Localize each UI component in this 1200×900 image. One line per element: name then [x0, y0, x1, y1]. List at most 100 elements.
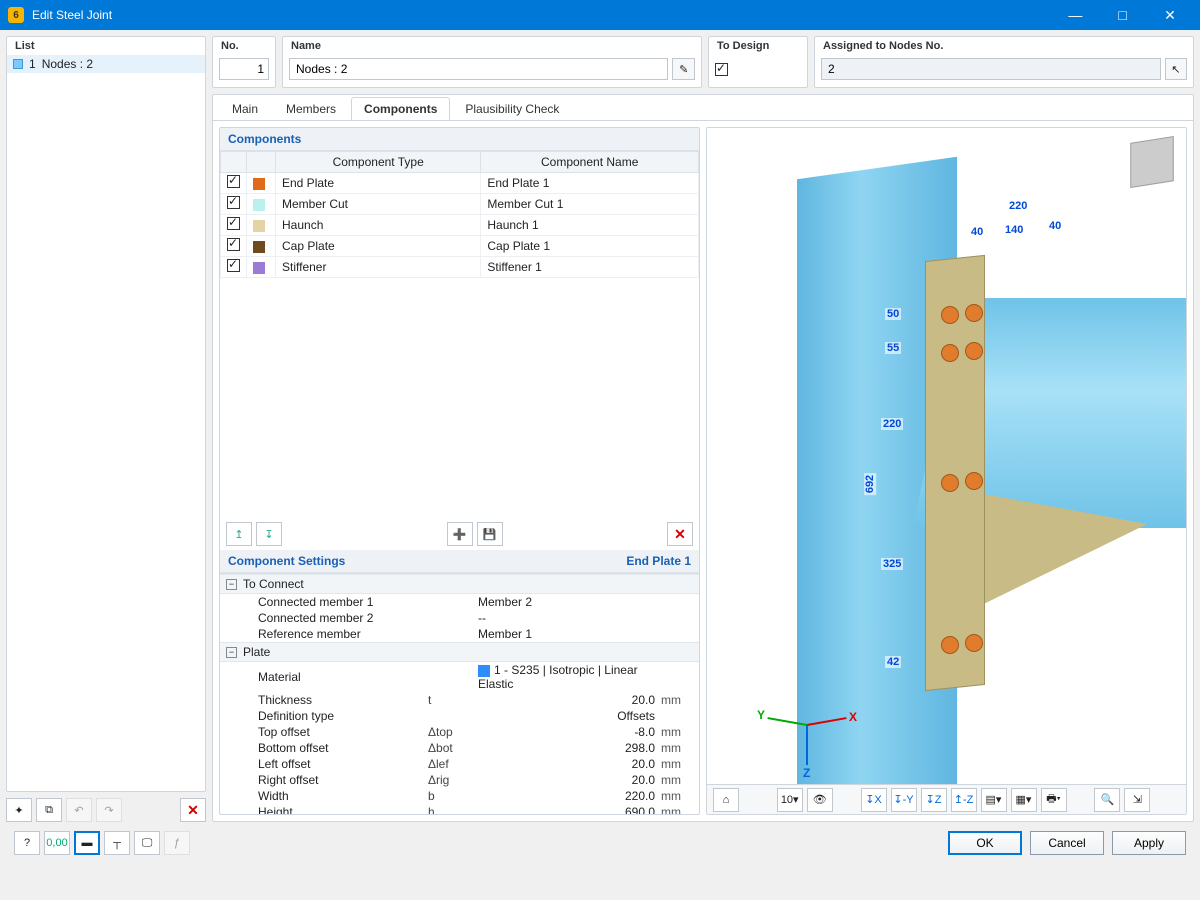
collapse-icon[interactable]: −	[226, 579, 237, 590]
component-type: Member Cut	[276, 194, 481, 215]
col-type: Component Type	[276, 152, 481, 173]
settings-group[interactable]: −To Connect	[220, 574, 699, 594]
viewport-3d[interactable]: 220 40 140 40 50 55 220 325 42 692	[707, 128, 1186, 784]
property-row[interactable]: Bottom offsetΔbot298.0mm	[220, 740, 699, 756]
redo-button[interactable]: ↷	[96, 798, 122, 822]
view-z-button[interactable]: ↧Z	[921, 788, 947, 812]
dim-label: 50	[885, 308, 901, 320]
script-button[interactable]: ƒ	[164, 831, 190, 855]
property-row[interactable]: Right offsetΔrig20.0mm	[220, 772, 699, 788]
tab-components[interactable]: Components	[351, 97, 450, 120]
tree-button[interactable]: ┬	[104, 831, 130, 855]
iso-view-button[interactable]: ▤▾	[981, 788, 1007, 812]
list-header: List	[7, 37, 205, 55]
dim-label: 325	[881, 558, 903, 570]
add-component-button[interactable]: ➕	[447, 522, 473, 546]
units-button[interactable]: 0,00	[44, 831, 70, 855]
reset-view-button[interactable]: ⌂	[713, 788, 739, 812]
components-title: Components	[228, 132, 301, 146]
property-row[interactable]: Connected member 1Member 2	[220, 594, 699, 610]
edit-name-button[interactable]: ✎	[672, 58, 695, 80]
nav-cube[interactable]	[1130, 136, 1174, 188]
name-input[interactable]	[289, 58, 668, 80]
property-row[interactable]: Material1 - S235 | Isotropic | Linear El…	[220, 662, 699, 692]
view-x-button[interactable]: ↧X	[861, 788, 887, 812]
tab-members[interactable]: Members	[273, 97, 349, 120]
viewport-panel: 220 40 140 40 50 55 220 325 42 692	[706, 127, 1187, 815]
components-table: Component Type Component Name End Plate …	[220, 151, 699, 278]
export-view-button[interactable]: ⇲	[1124, 788, 1150, 812]
property-row[interactable]: Top offsetΔtop-8.0mm	[220, 724, 699, 740]
component-color-swatch	[253, 241, 265, 253]
dim-label: 692	[864, 473, 876, 495]
help-button[interactable]: ?	[14, 831, 40, 855]
move-down-button[interactable]: ↧	[256, 522, 282, 546]
move-up-button[interactable]: ↥	[226, 522, 252, 546]
apply-button[interactable]: Apply	[1112, 831, 1186, 855]
tab-plausibility[interactable]: Plausibility Check	[452, 97, 572, 120]
close-button[interactable]: ✕	[1148, 0, 1192, 30]
component-row[interactable]: Cap Plate Cap Plate 1	[221, 236, 699, 257]
to-design-checkbox[interactable]	[715, 63, 728, 76]
component-row[interactable]: Haunch Haunch 1	[221, 215, 699, 236]
bolt-icon	[965, 472, 983, 490]
view-neg-z-button[interactable]: ↥-Z	[951, 788, 977, 812]
dim-label: 55	[885, 342, 901, 354]
view-neg-y-button[interactable]: ↧-Y	[891, 788, 917, 812]
component-checkbox[interactable]	[227, 196, 240, 209]
component-name: Cap Plate 1	[481, 236, 699, 257]
property-row[interactable]: Definition typeOffsets	[220, 708, 699, 724]
show-labels-button[interactable]: 👁	[807, 788, 833, 812]
new-item-button[interactable]: ✦	[6, 798, 32, 822]
property-row[interactable]: Thicknesst20.0mm	[220, 692, 699, 708]
viewport-toolbar: ⌂ 10▾ 👁 ↧X ↧-Y ↧Z ↥-Z ▤▾ ▦▾ 🖶▾	[707, 784, 1186, 814]
minimize-button[interactable]: —	[1053, 0, 1097, 30]
name-label: Name	[283, 37, 701, 55]
property-row[interactable]: Connected member 2--	[220, 610, 699, 626]
tab-main[interactable]: Main	[219, 97, 271, 120]
dim-label: 220	[1007, 200, 1029, 212]
cancel-button[interactable]: Cancel	[1030, 831, 1104, 855]
ok-button[interactable]: OK	[948, 831, 1022, 855]
property-row[interactable]: Reference memberMember 1	[220, 626, 699, 642]
save-component-button[interactable]: 💾	[477, 522, 503, 546]
component-row[interactable]: Member Cut Member Cut 1	[221, 194, 699, 215]
delete-component-button[interactable]: ✕	[667, 522, 693, 546]
property-row[interactable]: Widthb220.0mm	[220, 788, 699, 804]
tab-bar: Main Members Components Plausibility Che…	[213, 95, 1193, 121]
copy-item-button[interactable]: ⧉	[36, 798, 62, 822]
print-view-button[interactable]: 🖶▾	[1041, 788, 1067, 812]
settings-area[interactable]: −To ConnectConnected member 1Member 2Con…	[220, 573, 699, 814]
component-checkbox[interactable]	[227, 259, 240, 272]
zoom-selection-button[interactable]: 10▾	[777, 788, 803, 812]
bolt-icon	[941, 306, 959, 324]
pick-nodes-button[interactable]: ↖	[1165, 58, 1187, 80]
list-item[interactable]: 1 Nodes : 2	[7, 55, 205, 73]
settings-group[interactable]: −Plate	[220, 642, 699, 662]
collapse-icon[interactable]: −	[226, 647, 237, 658]
undo-button[interactable]: ↶	[66, 798, 92, 822]
property-row[interactable]: Heighth690.0mm	[220, 804, 699, 814]
component-color-swatch	[253, 199, 265, 211]
color-button[interactable]: ▬	[74, 831, 100, 855]
component-row[interactable]: End Plate End Plate 1	[221, 173, 699, 194]
bolt-icon	[941, 344, 959, 362]
name-panel: Name ✎	[282, 36, 702, 88]
to-design-panel: To Design	[708, 36, 808, 88]
component-checkbox[interactable]	[227, 175, 240, 188]
component-row[interactable]: Stiffener Stiffener 1	[221, 257, 699, 278]
settings-title: Component Settings	[228, 554, 345, 568]
screen-button[interactable]: 🖵	[134, 831, 160, 855]
component-checkbox[interactable]	[227, 238, 240, 251]
maximize-button[interactable]: □	[1101, 0, 1145, 30]
search-view-button[interactable]: 🔍	[1094, 788, 1120, 812]
to-design-label: To Design	[709, 37, 807, 55]
display-mode-button[interactable]: ▦▾	[1011, 788, 1037, 812]
dim-label: 220	[881, 418, 903, 430]
property-row[interactable]: Left offsetΔlef20.0mm	[220, 756, 699, 772]
component-checkbox[interactable]	[227, 217, 240, 230]
no-input[interactable]	[219, 58, 269, 80]
assigned-input[interactable]	[821, 58, 1161, 80]
delete-item-button[interactable]: ✕	[180, 798, 206, 822]
material-swatch	[478, 665, 490, 677]
